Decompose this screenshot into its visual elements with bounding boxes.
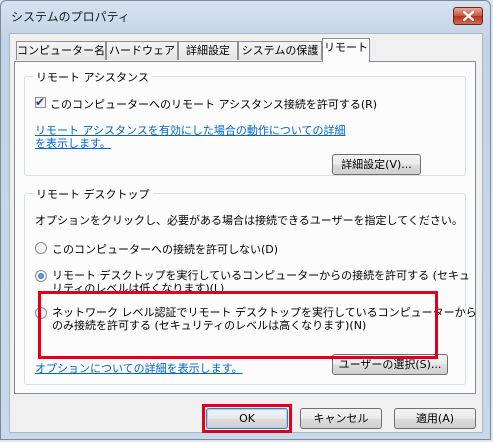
radio-nla[interactable] bbox=[35, 307, 47, 319]
allow-remote-assistance-label: このコンピューターへのリモート アシスタンス接続を許可する(R) bbox=[50, 98, 378, 111]
tab-advanced[interactable]: 詳細設定 bbox=[178, 41, 238, 60]
radio-deny-label: このコンピューターへの接続を許可しない(D) bbox=[52, 243, 279, 256]
remote-desktop-description: オプションをクリックし、必要がある場合は接続できるユーザーを指定してください。 bbox=[35, 214, 463, 227]
remote-tab-panel: リモート アシスタンス ✔ このコンピューターへのリモート アシスタンス接続を許… bbox=[14, 61, 477, 394]
remote-desktop-group-label: リモート デスクトップ bbox=[33, 186, 153, 202]
remote-assistance-info-link[interactable]: リモート アシスタンスを有効にした場合の動作についての詳細 を表示します。 bbox=[35, 124, 346, 150]
system-properties-window: システムのプロパティ コンピューター名 ハードウェア 詳細設定 システムの保護 … bbox=[0, 0, 491, 440]
radio-option-deny[interactable]: このコンピューターへの接続を許可しない(D) bbox=[35, 241, 278, 257]
radio-deny[interactable] bbox=[35, 242, 47, 254]
radio-option-allow-any[interactable]: リモート デスクトップを実行しているコンピューターからの接続を許可する (セキュ… bbox=[35, 269, 470, 295]
dialog-client-area: コンピューター名 ハードウェア 詳細設定 システムの保護 リモート リモート ア… bbox=[9, 33, 483, 433]
radio-nla-label-line1: ネットワーク レベル認証でリモート デスクトップを実行しているコンピューターから bbox=[52, 306, 477, 319]
remote-desktop-help-link[interactable]: オプションについての詳細を表示します。 bbox=[35, 360, 243, 376]
tab-remote[interactable]: リモート bbox=[322, 38, 370, 62]
radio-allow-any[interactable] bbox=[35, 270, 47, 282]
remote-assistance-group: リモート アシスタンス ✔ このコンピューターへのリモート アシスタンス接続を許… bbox=[24, 69, 466, 176]
checkmark-icon: ✔ bbox=[35, 95, 46, 109]
remote-assistance-group-label: リモート アシスタンス bbox=[33, 69, 152, 85]
radio-allow-any-label-line1: リモート デスクトップを実行しているコンピューターからの接続を許可する (セキュ bbox=[52, 269, 470, 282]
window-title: システムのプロパティ bbox=[11, 10, 130, 24]
title-bar[interactable]: システムのプロパティ bbox=[1, 1, 490, 31]
advanced-settings-button[interactable]: 詳細設定(V)... bbox=[332, 154, 421, 175]
apply-button[interactable]: 適用(A) bbox=[394, 408, 476, 429]
remote-desktop-group: リモート デスクトップ オプションをクリックし、必要がある場合は接続できるユーザ… bbox=[24, 186, 477, 385]
allow-remote-assistance-checkbox[interactable]: ✔ bbox=[35, 95, 46, 109]
close-icon bbox=[462, 11, 474, 21]
tab-computer-name[interactable]: コンピューター名 bbox=[16, 41, 106, 60]
radio-allow-any-label-line2: リティのレベルは低くなります)(L) bbox=[52, 282, 225, 295]
close-button[interactable] bbox=[453, 7, 483, 25]
select-users-button[interactable]: ユーザーの選択(S)... bbox=[332, 354, 448, 375]
cancel-button[interactable]: キャンセル bbox=[300, 408, 382, 429]
radio-option-nla[interactable]: ネットワーク レベル認証でリモート デスクトップを実行しているコンピューターから… bbox=[35, 306, 477, 332]
tab-system-protection[interactable]: システムの保護 bbox=[238, 41, 322, 60]
ok-button[interactable]: OK bbox=[206, 408, 288, 429]
allow-remote-assistance-row[interactable]: ✔ このコンピューターへのリモート アシスタンス接続を許可する(R) bbox=[35, 95, 378, 112]
radio-nla-label-line2: のみ接続を許可する (セキュリティのレベルは高くなります)(N) bbox=[52, 319, 367, 332]
tab-hardware[interactable]: ハードウェア bbox=[106, 41, 178, 60]
